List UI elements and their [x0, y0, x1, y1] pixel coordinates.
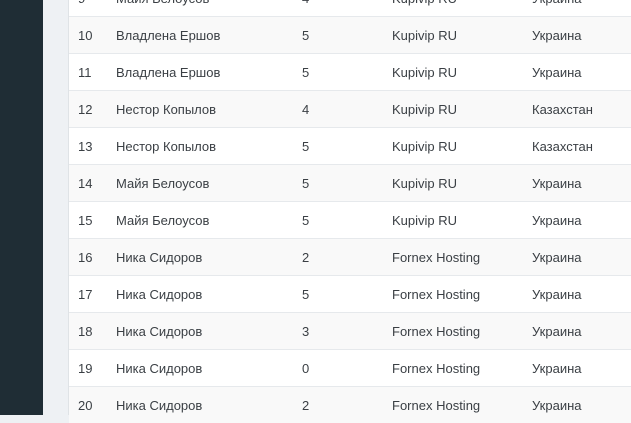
row-country: Украина: [532, 0, 631, 17]
row-number: 20: [69, 387, 116, 423]
table-row: 17 Ника Сидоров 5 Fornex Hosting Украина: [69, 276, 631, 313]
row-provider: Fornex Hosting: [392, 276, 532, 313]
row-number: 9: [69, 0, 116, 17]
row-value: 0: [302, 350, 392, 387]
row-value: 5: [302, 202, 392, 239]
row-country: Украина: [532, 239, 631, 276]
row-provider: Fornex Hosting: [392, 313, 532, 350]
table-row: 14 Майя Белоусов 5 Kupivip RU Украина: [69, 165, 631, 202]
row-country: Украина: [532, 17, 631, 54]
row-country: Казахстан: [532, 128, 631, 165]
row-provider: Fornex Hosting: [392, 387, 532, 423]
row-country: Украина: [532, 350, 631, 387]
row-name: Владлена Ершов: [116, 54, 302, 91]
row-number: 11: [69, 54, 116, 91]
row-provider: Kupivip RU: [392, 165, 532, 202]
row-provider: Fornex Hosting: [392, 239, 532, 276]
row-value: 3: [302, 313, 392, 350]
row-number: 17: [69, 276, 116, 313]
row-value: 5: [302, 128, 392, 165]
row-name: Ника Сидоров: [116, 313, 302, 350]
row-provider: Kupivip RU: [392, 128, 532, 165]
row-value: 5: [302, 17, 392, 54]
table-row: 13 Нестор Копылов 5 Kupivip RU Казахстан: [69, 128, 631, 165]
row-name: Ника Сидоров: [116, 350, 302, 387]
row-name: Нестор Копылов: [116, 91, 302, 128]
row-value: 5: [302, 165, 392, 202]
row-country: Украина: [532, 54, 631, 91]
row-value: 5: [302, 276, 392, 313]
row-value: 4: [302, 91, 392, 128]
table-row: 18 Ника Сидоров 3 Fornex Hosting Украина: [69, 313, 631, 350]
table-row: 12 Нестор Копылов 4 Kupivip RU Казахстан: [69, 91, 631, 128]
row-provider: Kupivip RU: [392, 54, 532, 91]
row-value: 5: [302, 54, 392, 91]
row-name: Ника Сидоров: [116, 276, 302, 313]
row-provider: Kupivip RU: [392, 202, 532, 239]
row-number: 16: [69, 239, 116, 276]
table-panel: 9 Майя Белоусов 4 Kupivip RU Украина 10 …: [68, 0, 631, 415]
row-provider: Kupivip RU: [392, 0, 532, 17]
row-name: Нестор Копылов: [116, 128, 302, 165]
table-row: 15 Майя Белоусов 5 Kupivip RU Украина: [69, 202, 631, 239]
table-row: 16 Ника Сидоров 2 Fornex Hosting Украина: [69, 239, 631, 276]
table-row: 19 Ника Сидоров 0 Fornex Hosting Украина: [69, 350, 631, 387]
row-name: Владлена Ершов: [116, 17, 302, 54]
table-row: 9 Майя Белоусов 4 Kupivip RU Украина: [69, 0, 631, 17]
row-name: Майя Белоусов: [116, 202, 302, 239]
row-value: 2: [302, 239, 392, 276]
row-number: 13: [69, 128, 116, 165]
row-provider: Fornex Hosting: [392, 350, 532, 387]
row-name: Майя Белоусов: [116, 165, 302, 202]
row-country: Украина: [532, 387, 631, 423]
table-row: 20 Ника Сидоров 2 Fornex Hosting Украина: [69, 387, 631, 423]
row-provider: Kupivip RU: [392, 91, 532, 128]
row-value: 2: [302, 387, 392, 423]
table-row: 11 Владлена Ершов 5 Kupivip RU Украина: [69, 54, 631, 91]
table-row: 10 Владлена Ершов 5 Kupivip RU Украина: [69, 17, 631, 54]
row-number: 15: [69, 202, 116, 239]
row-value: 4: [302, 0, 392, 17]
row-provider: Kupivip RU: [392, 17, 532, 54]
row-number: 19: [69, 350, 116, 387]
row-country: Украина: [532, 202, 631, 239]
data-table: 9 Майя Белоусов 4 Kupivip RU Украина 10 …: [69, 0, 631, 423]
row-name: Майя Белоусов: [116, 0, 302, 17]
main-content: 9 Майя Белоусов 4 Kupivip RU Украина 10 …: [43, 0, 631, 415]
row-country: Украина: [532, 165, 631, 202]
row-number: 18: [69, 313, 116, 350]
row-country: Украина: [532, 313, 631, 350]
row-country: Украина: [532, 276, 631, 313]
row-number: 10: [69, 17, 116, 54]
sidebar: [0, 0, 43, 415]
row-name: Ника Сидоров: [116, 387, 302, 423]
row-number: 14: [69, 165, 116, 202]
row-country: Казахстан: [532, 91, 631, 128]
row-name: Ника Сидоров: [116, 239, 302, 276]
row-number: 12: [69, 91, 116, 128]
